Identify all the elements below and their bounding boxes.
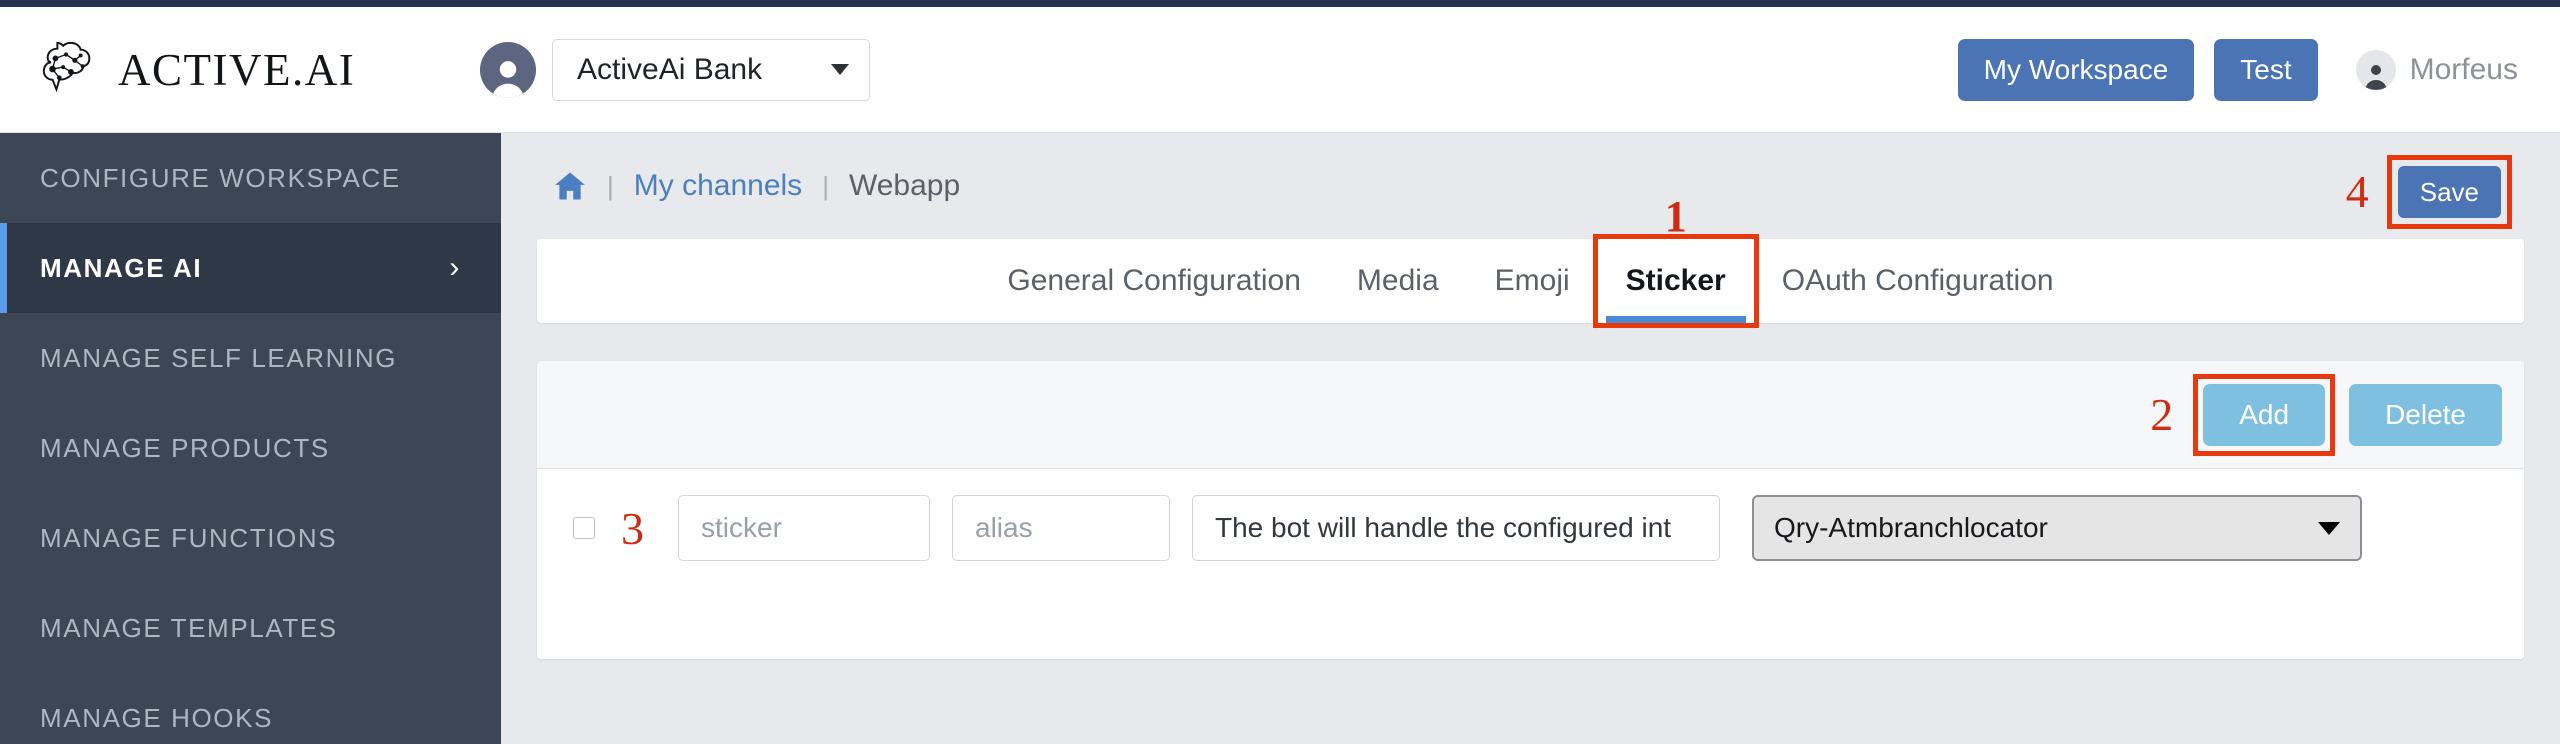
workspace-select-label: ActiveAi Bank: [577, 52, 763, 86]
intent-select[interactable]: Qry-Atmbranchlocator: [1752, 495, 2362, 561]
chevron-down-icon: [831, 64, 849, 75]
top-accent-strip: [0, 0, 2560, 7]
sidebar-item-manage-self-learning[interactable]: MANAGE SELF LEARNING: [0, 313, 501, 403]
my-workspace-button[interactable]: My Workspace: [1957, 38, 2195, 101]
user-name: Morfeus: [2409, 52, 2518, 86]
user-avatar-icon: [480, 41, 536, 98]
save-highlight-box: Save: [2386, 155, 2512, 229]
sidebar-item-label: MANAGE PRODUCTS: [40, 432, 330, 463]
user-menu[interactable]: Morfeus: [2355, 49, 2518, 90]
sidebar-item-configure-workspace[interactable]: CONFIGURE WORKSPACE: [0, 133, 501, 223]
sidebar-item-manage-products[interactable]: MANAGE PRODUCTS: [0, 403, 501, 493]
annotation-marker-3: 3: [621, 502, 644, 554]
app-header: ACTIVE.AI ActiveAi Bank My Workspace Tes…: [0, 7, 2560, 133]
test-button[interactable]: Test: [2214, 38, 2318, 101]
sticker-input[interactable]: [678, 495, 930, 561]
sidebar: CONFIGURE WORKSPACE MANAGE AI › MANAGE S…: [0, 133, 501, 744]
breadcrumb-current: Webapp: [848, 169, 961, 202]
sidebar-item-manage-functions[interactable]: MANAGE FUNCTIONS: [0, 493, 501, 583]
tab-media[interactable]: Media: [1329, 239, 1467, 323]
sticker-list-card: 2 Add Delete 3 Qry-Atmbranchlocator: [537, 361, 2524, 659]
breadcrumb-bar: | My channels | Webapp 4 Save: [531, 133, 2530, 239]
sidebar-item-label: MANAGE FUNCTIONS: [40, 522, 338, 553]
breadcrumb-separator: |: [607, 170, 614, 201]
tab-label: Emoji: [1494, 264, 1570, 297]
tab-label: Media: [1356, 264, 1439, 297]
sidebar-item-manage-ai[interactable]: MANAGE AI ›: [0, 223, 501, 313]
alias-input[interactable]: [952, 495, 1170, 561]
tab-list: General Configuration Media Emoji 1 Stic…: [979, 192, 2082, 328]
sidebar-item-label: MANAGE AI: [40, 252, 203, 283]
annotation-marker-4: 4: [2345, 166, 2369, 217]
breadcrumb-my-channels[interactable]: My channels: [634, 169, 802, 203]
tab-bar-card: General Configuration Media Emoji 1 Stic…: [537, 192, 2524, 328]
chevron-right-icon: ›: [449, 251, 461, 284]
row-select-checkbox[interactable]: [573, 517, 595, 539]
sticker-rows: 3 Qry-Atmbranchlocator: [537, 469, 2524, 659]
body: CONFIGURE WORKSPACE MANAGE AI › MANAGE S…: [0, 133, 2560, 744]
sidebar-item-label: CONFIGURE WORKSPACE: [40, 162, 401, 193]
tab-general-configuration[interactable]: General Configuration: [979, 239, 1329, 323]
annotation-marker-1: 1: [1664, 192, 1687, 241]
sidebar-item-manage-templates[interactable]: MANAGE TEMPLATES: [0, 583, 501, 673]
sidebar-item-label: MANAGE HOOKS: [40, 702, 274, 733]
intent-select-value: Qry-Atmbranchlocator: [1774, 512, 2048, 543]
delete-button[interactable]: Delete: [2349, 383, 2502, 446]
save-button[interactable]: Save: [2397, 166, 2501, 218]
home-icon[interactable]: [553, 169, 587, 203]
select-caret-icon: [2318, 521, 2340, 535]
tab-label: Sticker: [1625, 264, 1726, 297]
brain-network-icon: [38, 39, 100, 101]
user-circle-icon: [2355, 49, 2396, 90]
annotation-marker-2: 2: [2150, 389, 2174, 440]
add-button[interactable]: Add: [2203, 383, 2326, 446]
tab-label: OAuth Configuration: [1781, 264, 2054, 297]
description-input[interactable]: [1192, 495, 1720, 561]
sticker-toolbar: 2 Add Delete: [537, 361, 2524, 469]
tab-label: General Configuration: [1007, 264, 1301, 297]
sidebar-item-label: MANAGE SELF LEARNING: [40, 342, 398, 373]
add-highlight-box: Add: [2193, 373, 2336, 456]
breadcrumb-separator: |: [822, 170, 829, 201]
header-actions: My Workspace Test Morfeus: [1957, 7, 2518, 132]
workspace-picker[interactable]: ActiveAi Bank: [480, 38, 870, 101]
brand-name: ACTIVE.AI: [118, 44, 356, 95]
sidebar-item-label: MANAGE TEMPLATES: [40, 612, 338, 643]
main-content: | My channels | Webapp 4 Save General Co…: [501, 133, 2560, 744]
sidebar-item-manage-hooks[interactable]: MANAGE HOOKS: [0, 673, 501, 744]
tab-emoji[interactable]: Emoji: [1467, 239, 1598, 323]
tab-sticker[interactable]: 1 Sticker: [1592, 192, 1759, 328]
tab-oauth-configuration[interactable]: OAuth Configuration: [1754, 239, 2082, 323]
brand: ACTIVE.AI: [38, 39, 458, 101]
workspace-select[interactable]: ActiveAi Bank: [552, 38, 870, 101]
save-area: 4 Save: [2346, 155, 2512, 229]
table-row: 3 Qry-Atmbranchlocator: [537, 495, 2524, 561]
